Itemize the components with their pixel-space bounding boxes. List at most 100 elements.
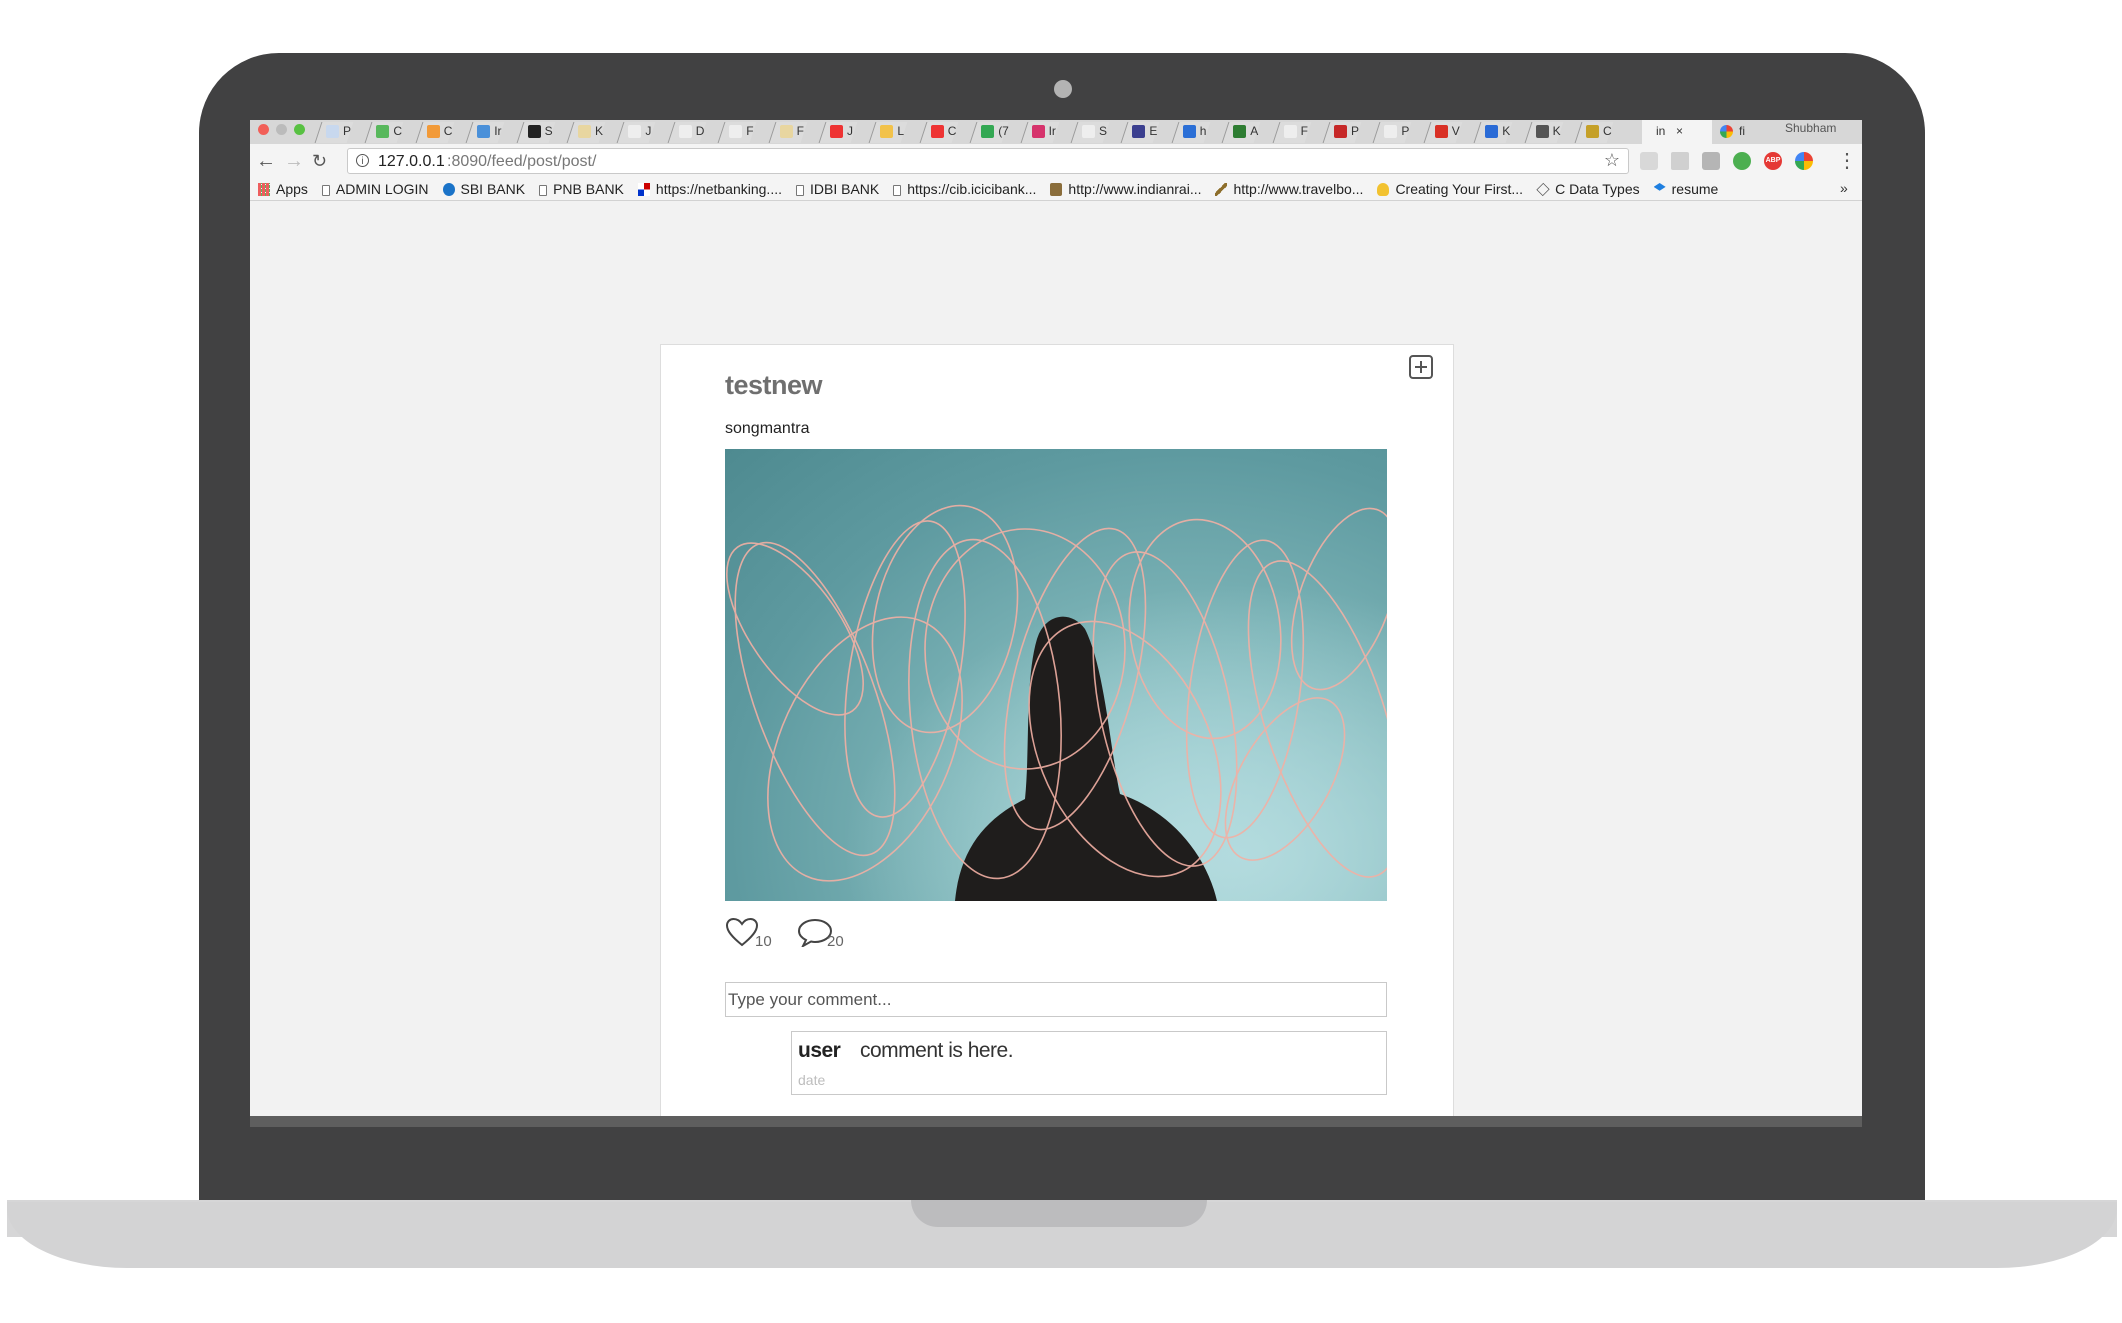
page-icon [539, 185, 548, 196]
reload-icon[interactable]: ↻ [312, 150, 327, 172]
maximize-window-button[interactable] [294, 124, 305, 135]
forward-arrow-icon[interactable]: → [284, 150, 304, 172]
post-image [725, 449, 1387, 901]
tab-label: P [1401, 124, 1410, 138]
heart-icon[interactable] [725, 917, 759, 947]
tab-label: Ir [1048, 124, 1056, 138]
tab-favicon-icon [628, 125, 642, 138]
bookmark-item[interactable]: ADMIN LOGIN [321, 181, 429, 197]
extension-icon[interactable] [1640, 152, 1658, 170]
tab-active[interactable]: in × [1642, 120, 1712, 144]
tab-favicon-icon [1182, 125, 1196, 138]
profile-name[interactable]: Shubham [1785, 121, 1836, 135]
post-author[interactable]: songmantra [725, 420, 810, 438]
tab-close-icon[interactable]: × [1676, 124, 1683, 138]
bookmark-item[interactable]: https://cib.icicibank... [893, 181, 1036, 197]
tab-label: J [847, 124, 853, 138]
diamond-icon [1536, 182, 1550, 197]
bookmark-label: Creating Your First... [1395, 181, 1524, 197]
tab-favicon-icon [578, 125, 591, 138]
tab-label: C [947, 124, 957, 138]
laptop-notch [911, 1200, 1207, 1227]
tab-label: (7 [998, 124, 1009, 138]
tab-label: F [746, 124, 754, 138]
minimize-window-button[interactable] [276, 124, 287, 135]
bookmark-item[interactable]: Apps [258, 181, 308, 197]
bookmark-label: https://netbanking.... [655, 181, 782, 197]
bookmark-item[interactable]: PNB BANK [539, 181, 624, 197]
extension-green-icon[interactable] [1733, 152, 1751, 170]
tab-label: J [645, 124, 652, 138]
menu-dots-icon[interactable]: ⋮ [1837, 148, 1857, 173]
tab-favicon-icon [426, 125, 440, 138]
google-tab-icon [1720, 125, 1733, 138]
tab-favicon-icon [981, 125, 995, 138]
back-arrow-icon[interactable]: ← [256, 150, 276, 172]
bulb-icon [1377, 183, 1390, 196]
dropbox-icon [1653, 183, 1666, 191]
close-window-button[interactable] [258, 124, 269, 135]
post-card: testnew songmantra 10 20 Type your comme… [660, 344, 1454, 1124]
info-icon[interactable]: i [356, 154, 369, 167]
tab-label: K [1552, 124, 1561, 138]
sbi-icon [442, 183, 455, 196]
tab-favicon-icon [1586, 125, 1599, 138]
tab-favicon-icon [376, 125, 390, 138]
tab-favicon-icon [1031, 125, 1045, 138]
bookmark-item[interactable]: https://netbanking.... [637, 181, 782, 197]
tab-label: Ir [494, 124, 502, 138]
screen: P C C Ir S K J D F F J L C (7 Ir S Eh A F P P V K K C in × fi Sh… [250, 120, 1862, 1124]
bookmark-item[interactable]: resume [1653, 181, 1718, 197]
tab-favicon-icon [527, 125, 541, 138]
bookmark-label: https://cib.icicibank... [907, 181, 1037, 197]
bookmark-item[interactable]: SBI BANK [442, 181, 526, 197]
extension-color-icon[interactable] [1795, 152, 1813, 170]
bookmarks-more-icon[interactable]: » [1840, 180, 1848, 196]
extension-bookmark-icon[interactable] [1671, 152, 1689, 170]
bookmark-item[interactable]: Creating Your First... [1377, 181, 1523, 197]
tab-label: A [1250, 124, 1259, 138]
bookmark-label: ADMIN LOGIN [335, 181, 429, 197]
webcam [1054, 80, 1072, 98]
adblock-icon[interactable]: ABP [1764, 152, 1782, 170]
tab-label: S [544, 124, 553, 138]
tab-favicon-icon [1233, 125, 1247, 138]
post-title: testnew [725, 370, 823, 400]
bookmark-item[interactable]: C Data Types [1536, 181, 1640, 197]
bookmark-item[interactable]: http://www.indianrai... [1050, 181, 1201, 197]
tab-label: h [1199, 124, 1207, 138]
bookmark-item[interactable]: http://www.travelbo... [1215, 181, 1363, 197]
tab-next-label: fi [1739, 124, 1745, 138]
tab-favicon-icon [1132, 125, 1146, 138]
bookmark-label: SBI BANK [460, 181, 526, 197]
tab-favicon-icon [1485, 125, 1499, 138]
tab-favicon-icon [1283, 125, 1297, 138]
tab-label: F [796, 124, 804, 138]
tab-favicon-icon [678, 125, 692, 138]
tab-favicon-icon [1535, 125, 1549, 138]
bookmark-star-icon[interactable]: ☆ [1604, 150, 1620, 171]
tab-label: S [1099, 124, 1108, 138]
bookmark-label: http://www.travelbo... [1233, 181, 1364, 197]
add-post-button[interactable] [1409, 355, 1433, 379]
tab-label: P [343, 124, 352, 138]
comment-input[interactable] [725, 982, 1387, 1017]
extension-grey-icon[interactable] [1702, 152, 1720, 170]
tab-label: K [1502, 124, 1511, 138]
post-actions: 10 20 [725, 913, 1025, 957]
bookmark-label: IDBI BANK [810, 181, 880, 197]
tab-label: C [443, 124, 453, 138]
tab-favicon-icon [779, 125, 793, 138]
bookmark-item[interactable]: IDBI BANK [796, 181, 879, 197]
sparkler-photo [725, 449, 1387, 901]
bookmark-label: C Data Types [1555, 181, 1640, 197]
bookmark-label: http://www.indianrai... [1068, 181, 1202, 197]
comment-username[interactable]: user [798, 1039, 841, 1063]
address-bar[interactable]: i 127.0.0.1 :8090/feed/post/post/ ☆ [347, 148, 1629, 174]
tab-favicon-icon [326, 125, 339, 138]
tab-favicon-icon [880, 125, 894, 138]
rail-icon [1050, 183, 1063, 196]
bookmark-label: Apps [276, 181, 308, 197]
url-host: 127.0.0.1 [378, 153, 445, 170]
tab-label: D [695, 124, 705, 138]
